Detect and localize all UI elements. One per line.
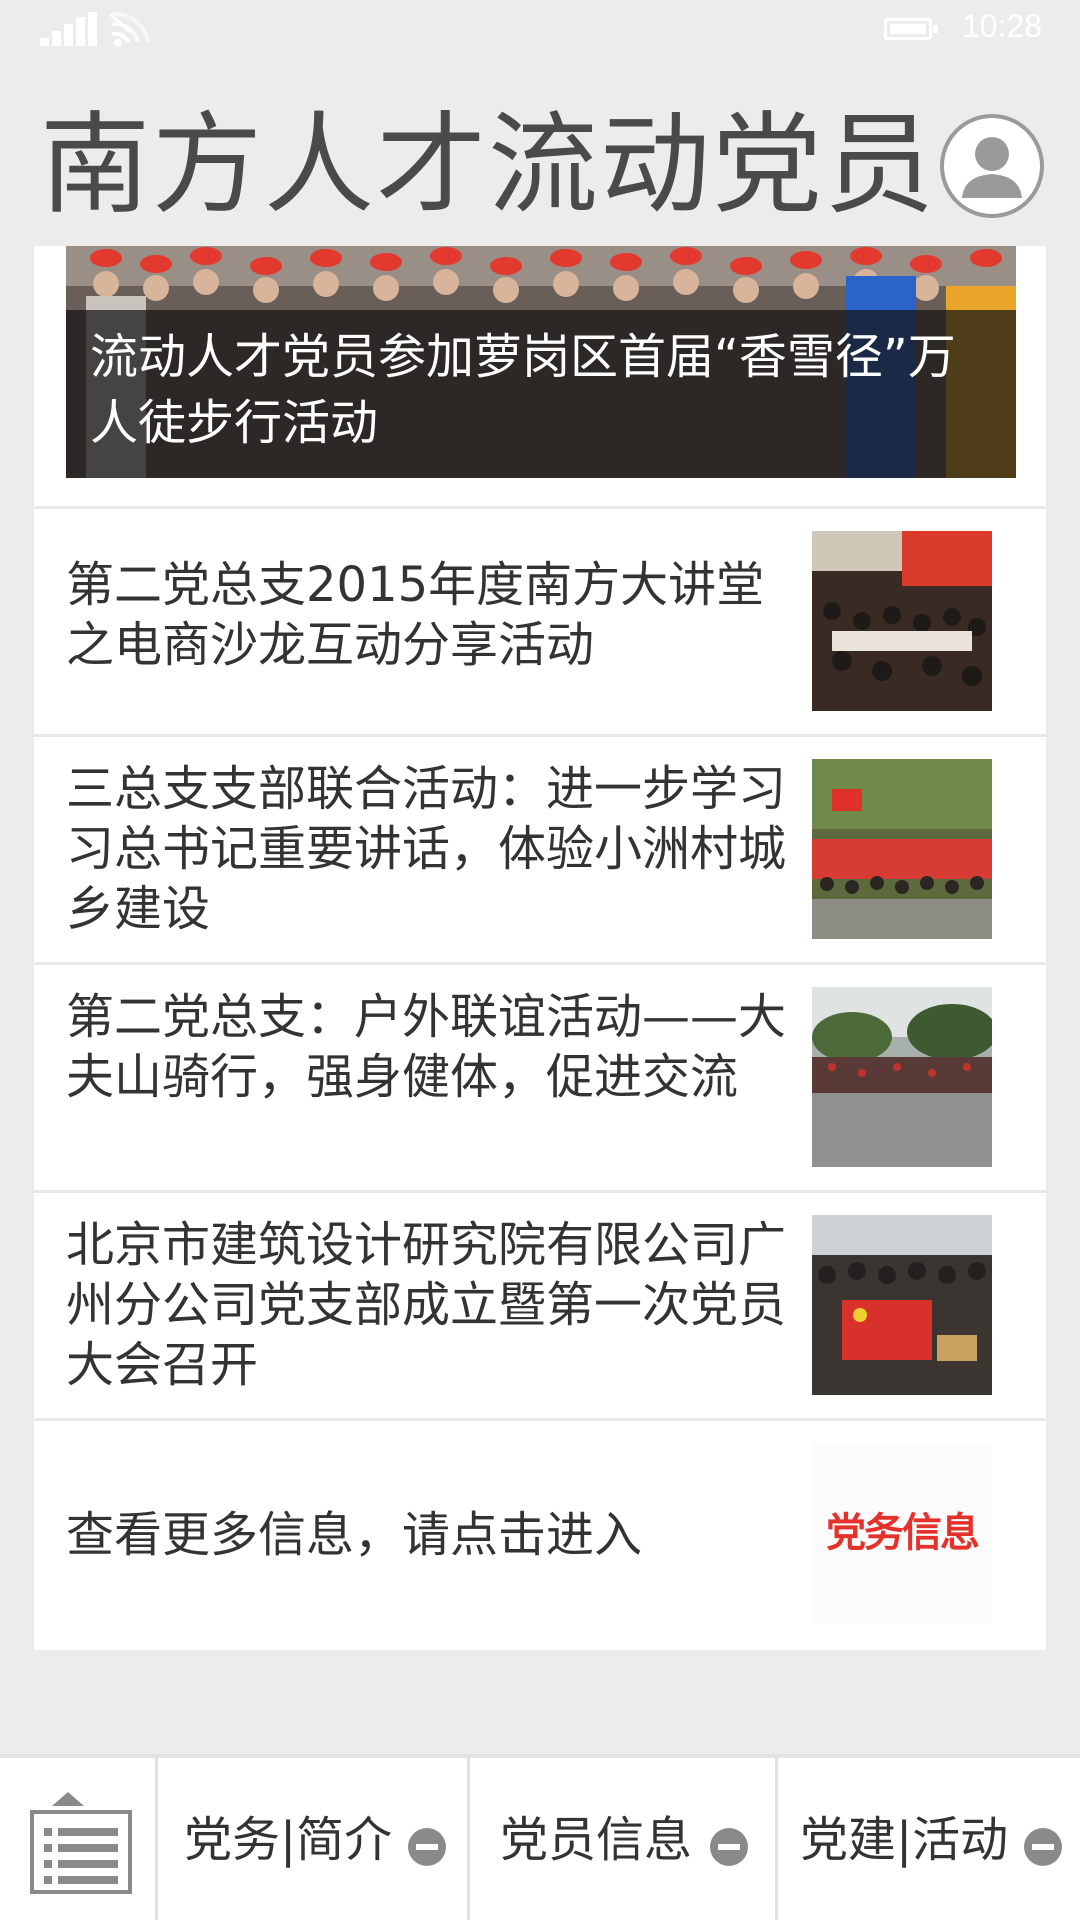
- list-menu-icon: [30, 1792, 132, 1894]
- news-item-4[interactable]: 北京市建筑设计研究院有限公司广州分公司党支部成立暨第一次党员大会召开: [34, 1190, 1046, 1418]
- news-title: 北京市建筑设计研究院有限公司广州分公司党支部成立暨第一次党员大会召开: [66, 1217, 787, 1393]
- news-item-1[interactable]: 第二党总支2015年度南方大讲堂之电商沙龙互动分享活动: [34, 506, 1046, 734]
- nav-item-member-info[interactable]: 党员信息: [470, 1758, 778, 1920]
- news-title: 第二党总支：户外联谊活动——大夫山骑行，强身健体，促进交流: [66, 989, 787, 1105]
- nav-label: 党务|简介: [184, 1812, 393, 1868]
- menu-button[interactable]: [0, 1758, 158, 1920]
- news-thumbnail-3: [812, 987, 992, 1167]
- more-info-item[interactable]: 查看更多信息，请点击进入 党务信息: [34, 1418, 1046, 1646]
- news-item-2[interactable]: 三总支支部联合活动：进一步学习习总书记重要讲话，体验小洲村城乡建设: [34, 734, 1046, 962]
- hero-caption: 流动人才党员参加萝岗区首届“香雪径”万人徒步行活动: [90, 329, 956, 451]
- nav-item-party-intro[interactable]: 党务|简介: [158, 1758, 470, 1920]
- news-thumbnail-4: [812, 1215, 992, 1395]
- status-bar: 10:28: [0, 0, 1080, 60]
- nav-item-party-activities[interactable]: 党建|活动: [778, 1758, 1080, 1920]
- status-time: 10:28: [962, 8, 1043, 44]
- nav-label: 党建|活动: [800, 1812, 1009, 1868]
- app-title: 南方人才流动党员: [40, 101, 936, 229]
- battery-icon: [884, 18, 938, 40]
- bottom-nav: 党务|简介 党员信息 党建|活动: [0, 1754, 1080, 1920]
- news-thumbnail-1: [812, 531, 992, 711]
- signal-strength-icon: [40, 12, 97, 46]
- dangwu-xinxi-logo: 党务信息: [812, 1443, 992, 1623]
- hero-caption-overlay: 流动人才党员参加萝岗区首届“香雪径”万人徒步行活动: [66, 310, 1016, 478]
- minus-circle-icon: [408, 1828, 446, 1866]
- news-title: 第二党总支2015年度南方大讲堂之电商沙龙互动分享活动: [66, 557, 765, 673]
- more-info-text: 查看更多信息，请点击进入: [66, 1507, 643, 1563]
- user-profile-icon[interactable]: [940, 114, 1044, 218]
- nav-label: 党员信息: [500, 1812, 693, 1868]
- news-thumbnail-2: [812, 759, 992, 939]
- news-item-3[interactable]: 第二党总支：户外联谊活动——大夫山骑行，强身健体，促进交流: [34, 962, 1046, 1190]
- logo-text: 党务信息: [826, 1510, 980, 1556]
- minus-circle-icon: [1024, 1828, 1062, 1866]
- minus-circle-icon: [710, 1828, 748, 1866]
- news-card: 流动人才党员参加萝岗区首届“香雪径”万人徒步行活动 第二党总支2015年度南方大…: [34, 246, 1046, 1650]
- hero-banner[interactable]: 流动人才党员参加萝岗区首届“香雪径”万人徒步行活动: [66, 246, 1016, 478]
- wifi-off-icon: [108, 12, 150, 47]
- news-title: 三总支支部联合活动：进一步学习习总书记重要讲话，体验小洲村城乡建设: [66, 761, 787, 937]
